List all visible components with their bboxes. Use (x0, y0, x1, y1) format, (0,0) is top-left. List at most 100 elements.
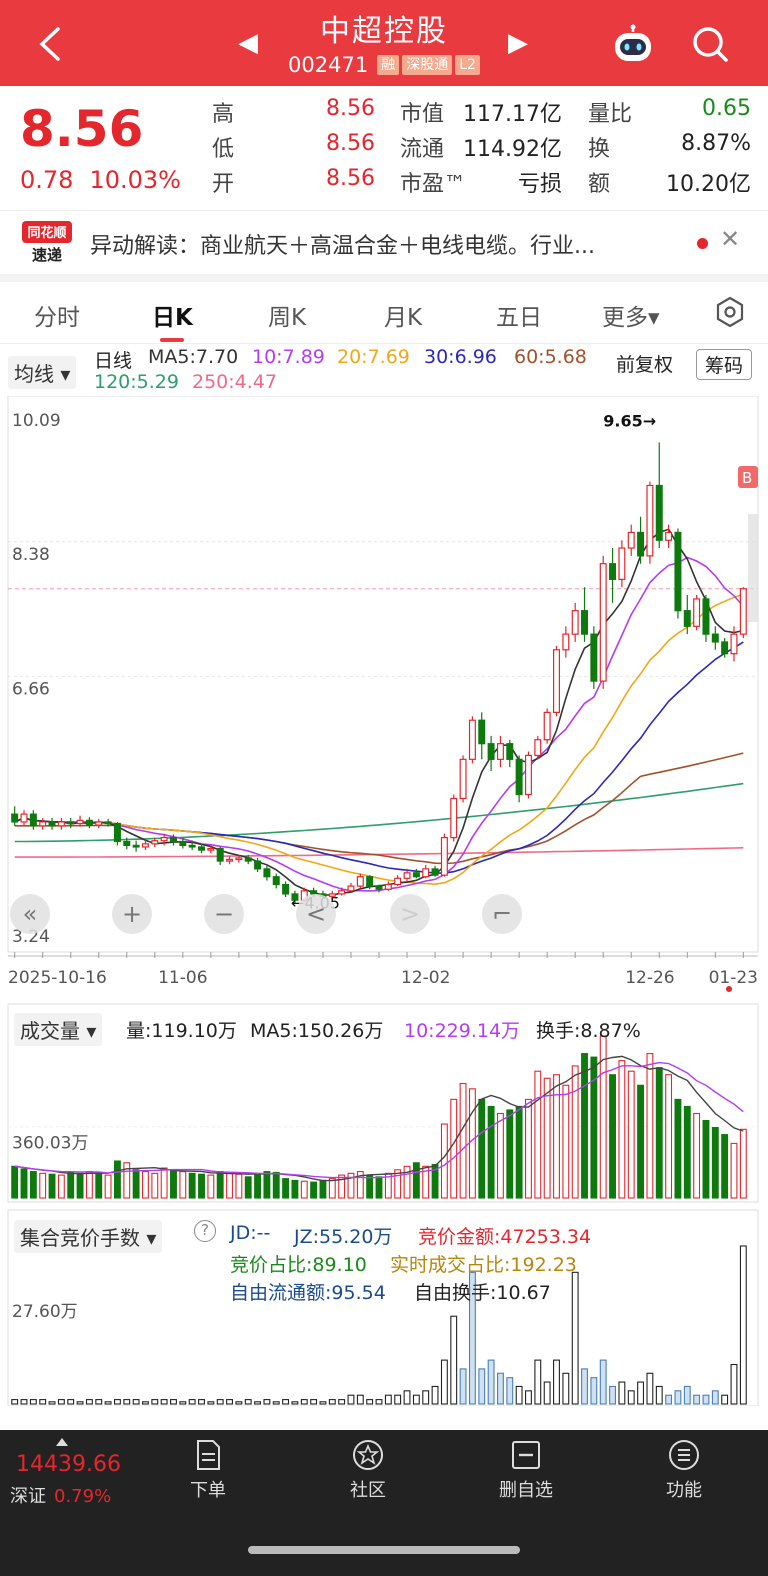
ma5-value: MA5:7.70 (148, 346, 239, 368)
index-name: 深证 (10, 1486, 46, 1507)
candle-up (160, 836, 168, 842)
close-icon[interactable]: ✕ (720, 225, 740, 253)
candle-down (67, 821, 75, 825)
auction-bar (356, 1394, 364, 1405)
volume-bar-up (235, 1173, 243, 1199)
candle-up (571, 610, 579, 635)
mktcap-label: 市值 (400, 102, 445, 127)
community-star-icon (353, 1440, 383, 1470)
zoom-out-button[interactable]: − (204, 894, 244, 934)
candle-down (123, 840, 131, 847)
candle-down (609, 563, 617, 580)
settings-hexagon-icon[interactable] (714, 296, 746, 328)
auction-bar (609, 1385, 616, 1405)
auction-bar (235, 1401, 243, 1405)
volume-bar-up (179, 1171, 187, 1199)
auction-bar (291, 1401, 299, 1405)
volume-bar-down (11, 1165, 19, 1199)
candle-down (11, 813, 19, 823)
tab-weekly-k[interactable]: 周K (268, 298, 306, 332)
float-value: 114.92亿 (463, 137, 562, 162)
volume-bar-up (534, 1070, 542, 1199)
search-icon[interactable] (690, 24, 730, 64)
volume-bar-up (739, 1128, 747, 1199)
zoom-in-button[interactable]: + (112, 894, 152, 934)
auction-bar (571, 1271, 579, 1405)
volume-ma10: 10:229.14万 (404, 1020, 521, 1042)
nav-remove-watchlist[interactable]: 删自选 (476, 1438, 576, 1502)
volume-dropdown[interactable]: 成交量 ▾ (14, 1013, 103, 1046)
ma-dropdown[interactable]: 均线 ▾ (8, 356, 77, 389)
auction-bar (627, 1390, 635, 1405)
volume-current: 量:119.10万 (126, 1020, 237, 1042)
tab-more[interactable]: 更多▾ (602, 298, 660, 332)
candle-up (422, 868, 430, 878)
buy-marker-label: B (742, 469, 752, 487)
auction-amount: 竞价金额:47253.34 (418, 1226, 592, 1248)
scroll-left-button[interactable]: < (296, 894, 336, 934)
tab-intraday[interactable]: 分时 (34, 298, 80, 332)
chip-distribution-button[interactable]: 筹码 (696, 349, 753, 380)
auction-bar (272, 1401, 280, 1405)
index-value[interactable]: 14439.66 (16, 1452, 121, 1477)
volume-y-tick: 360.03万 (12, 1134, 88, 1154)
auction-bar (459, 1368, 467, 1405)
volume-bar-up (646, 1053, 654, 1199)
unread-dot (697, 238, 708, 249)
kline-frame (7, 395, 759, 953)
mktcap-value: 117.17亿 (463, 102, 562, 127)
volume-bar-up (571, 1065, 579, 1199)
nav-order[interactable]: 下单 (158, 1438, 258, 1502)
auction-bar (123, 1399, 131, 1405)
tab-five-day[interactable]: 五日 (496, 298, 542, 332)
low-label: 低 (212, 137, 235, 162)
volume-bar-down (132, 1169, 140, 1199)
amount-value: 10.20亿 (666, 172, 751, 197)
help-icon[interactable]: ? (194, 1220, 216, 1242)
tab-daily-k[interactable]: 日K (152, 298, 193, 332)
candle-down (478, 719, 486, 745)
candle-up (693, 598, 701, 627)
volume-bar-down (711, 1127, 719, 1199)
ma60-line (14, 752, 744, 865)
volume-bar-down (254, 1172, 262, 1199)
quote-row-1: 高 8.56 市值 117.17亿 量比 0.65 (212, 96, 757, 127)
nav-community[interactable]: 社区 (318, 1438, 418, 1502)
index-expand-icon[interactable] (56, 1438, 68, 1446)
candle-up (524, 754, 532, 796)
news-ticker[interactable]: 同花顺 速递 异动解读：商业航天＋高温合金＋电线电缆。行业... ✕ (0, 210, 768, 274)
candle-up (739, 588, 747, 635)
candle-down (188, 844, 196, 848)
open-value: 8.56 (326, 166, 375, 191)
ma120-line (14, 782, 744, 843)
auction-bar (198, 1399, 205, 1405)
auction-bar (637, 1381, 645, 1405)
scroll-right-button[interactable]: > (390, 894, 430, 934)
robot-assistant-icon[interactable] (612, 24, 654, 64)
auction-bar (226, 1399, 233, 1405)
auction-dropdown[interactable]: 集合竞价手数 ▾ (14, 1220, 163, 1253)
nav-functions[interactable]: 功能 (634, 1438, 734, 1502)
candle-down (515, 758, 523, 796)
rewind-button[interactable]: « (10, 894, 50, 934)
auction-realtime-ratio: 实时成交占比:192.23 (390, 1254, 577, 1276)
nav-order-label: 下单 (190, 1480, 226, 1501)
auction-bar (665, 1394, 673, 1405)
auction-bar (254, 1401, 262, 1405)
candle-up (599, 563, 607, 682)
auction-bar (599, 1359, 607, 1405)
volume-bar-up (450, 1098, 458, 1199)
candle-up (440, 836, 448, 876)
tab-monthly-k[interactable]: 月K (384, 298, 422, 332)
volume-bar-down (310, 1181, 318, 1199)
home-indicator[interactable] (248, 1546, 520, 1554)
volume-bar-down (683, 1105, 691, 1199)
adjust-mode[interactable]: 前复权 (616, 350, 673, 377)
volume-bar-down (581, 1053, 588, 1199)
kline-y-tick: 10.09 (12, 411, 61, 431)
x-tick-label: 12-02 (401, 968, 450, 988)
volume-bar-down (637, 1084, 645, 1199)
auction-bar (216, 1399, 224, 1405)
fullscreen-button[interactable]: ⌐ (482, 894, 522, 934)
ma120-value: 120:5.29 (94, 371, 179, 393)
